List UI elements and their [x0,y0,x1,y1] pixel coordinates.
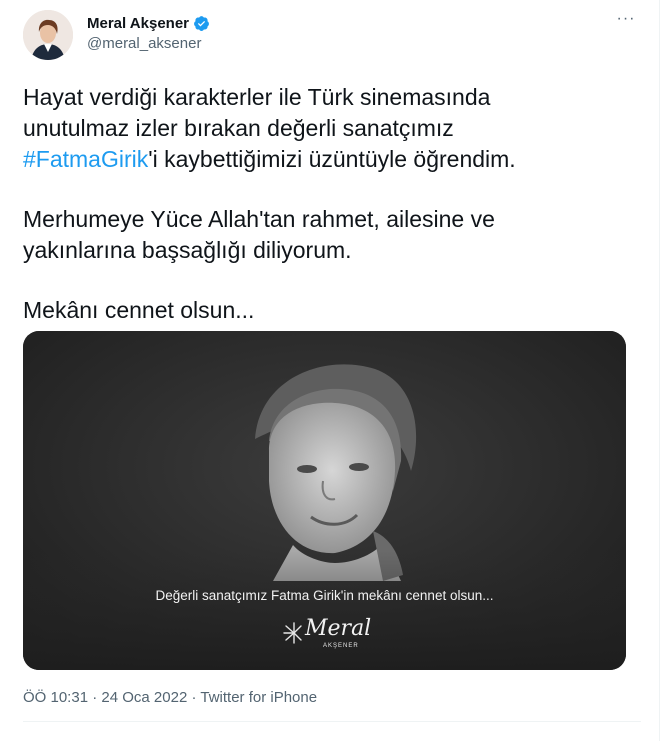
tweet-meta: ÖÖ 10:31 · 24 Oca 2022 · Twitter for iPh… [23,689,317,706]
divider [23,721,641,722]
logo-text-sub: AKŞENER [323,643,359,649]
more-icon: ··· [616,10,636,27]
author-handle[interactable]: @meral_aksener [87,35,210,52]
author-names: Meral Akşener @meral_aksener [87,15,210,52]
name-row: Meral Akşener [87,15,210,32]
media-caption: Değerli sanatçımız Fatma Girik'in mekânı… [155,588,494,603]
tweet-line: Mekânı cennet olsun... [23,297,255,323]
tweet-line: unutulmaz izler bırakan değerli sanatçım… [23,115,454,141]
tweet-paragraph-2: Merhumeye Yüce Allah'tan rahmet, ailesin… [23,204,623,266]
tweet-line: Merhumeye Yüce Allah'tan rahmet, ailesin… [23,206,495,232]
tweet-card: Meral Akşener @meral_aksener ··· Hayat v… [0,0,660,741]
verified-badge-icon [194,16,209,31]
meta-separator: · [88,689,102,706]
tweet-text: Hayat verdiği karakterler ile Türk sinem… [23,82,623,326]
tweet-media-image[interactable]: Değerli sanatçımız Fatma Girik'in mekânı… [23,331,626,670]
sunburst-icon [283,622,302,644]
tweet-time[interactable]: ÖÖ 10:31 [23,689,88,706]
tweet-line: Hayat verdiği karakterler ile Türk sinem… [23,84,491,110]
avatar[interactable] [23,10,73,60]
hashtag-link[interactable]: #FatmaGirik [23,146,148,172]
avatar-image [23,10,73,60]
logo-text-main: Meral [305,616,372,641]
tweet-line: yakınlarına başsağlığı diliyorum. [23,237,352,263]
tweet-line: 'i kaybettiğimizi üzüntüyle öğrendim. [148,146,516,172]
more-options-button[interactable]: ··· [615,10,637,30]
tweet-paragraph-1: Hayat verdiği karakterler ile Türk sinem… [23,82,623,175]
meta-separator: · [187,689,201,706]
tweet-header: Meral Akşener @meral_aksener ··· [23,10,641,62]
signature-logo: Meral AKŞENER [281,616,371,656]
tweet-paragraph-3: Mekânı cennet olsun... [23,295,623,326]
display-name[interactable]: Meral Akşener [87,15,189,32]
tweet-date[interactable]: 24 Oca 2022 [101,689,187,706]
tweet-source[interactable]: Twitter for iPhone [200,689,317,706]
